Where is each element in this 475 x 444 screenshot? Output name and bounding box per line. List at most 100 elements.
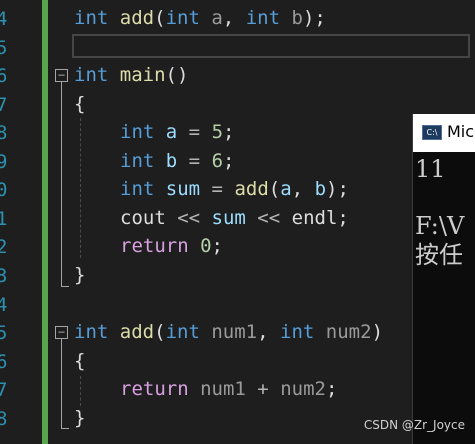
code-line-17[interactable]: return num1 + num2; (120, 375, 337, 403)
token-punct: ) (371, 321, 384, 343)
line-number: 3 (0, 265, 8, 287)
token-param: num1 (211, 321, 258, 343)
token-variable: a (165, 121, 178, 143)
fold-guide-end (61, 428, 69, 429)
token-keyword: int (165, 321, 200, 343)
line-number: 7 (0, 379, 8, 401)
token-punct: ; (223, 150, 235, 172)
token-keyword: int (120, 150, 155, 172)
collapse-add-icon[interactable]: − (55, 326, 68, 339)
code-line-15[interactable]: int add(int num1, int num2) (74, 318, 383, 346)
token-number: 5 (211, 121, 224, 143)
line-number-gutter: 4 5 6 7 8 9 0 1 2 3 4 5 6 7 8 (0, 0, 40, 444)
code-line-8[interactable]: int a = 5; (120, 118, 234, 146)
token-variable: a (280, 178, 292, 200)
fold-guide-end (61, 286, 69, 287)
token-brace: { (74, 350, 86, 372)
token-punct: ( (154, 7, 166, 29)
fold-guide-line (61, 82, 62, 286)
token-operator: + (245, 378, 281, 400)
token-param: num1 (200, 378, 246, 400)
token-variable: sum (165, 178, 201, 200)
token-control: return (120, 378, 189, 400)
token-punct: () (165, 64, 189, 86)
token-number: 0 (200, 235, 212, 257)
fold-guide-line (61, 339, 62, 428)
token-keyword: int (74, 7, 109, 29)
token-punct: ( (268, 178, 281, 200)
token-variable: sum (211, 207, 246, 229)
token-identifier: endl (291, 207, 338, 229)
token-keyword: int (74, 321, 109, 343)
token-punct: ); (326, 178, 349, 200)
collapse-main-icon[interactable]: − (55, 69, 68, 82)
line-number: 7 (0, 94, 8, 116)
line-number: 6 (0, 351, 8, 373)
watermark: CSDN @Zr_Joyce (363, 418, 465, 432)
token-function: main (119, 64, 166, 86)
console-output-line: 按任 (415, 241, 463, 269)
token-keyword: int (280, 321, 315, 343)
token-punct: , (291, 178, 315, 200)
code-line-4[interactable]: int add(int a, int b); (74, 4, 326, 32)
console-app-icon: C:\ (422, 125, 442, 140)
token-identifier: cout (120, 207, 166, 229)
line-number: 0 (0, 179, 8, 201)
code-line-11[interactable]: cout << sum << endl; (120, 204, 349, 232)
console-output-line: 11 (415, 155, 446, 183)
code-line-9[interactable]: int b = 6; (120, 147, 234, 175)
token-brace: { (74, 93, 86, 115)
token-keyword: int (165, 7, 200, 29)
token-brace: } (74, 407, 86, 429)
line-number: 2 (0, 236, 8, 258)
console-output-line: F:\V (415, 212, 465, 240)
token-keyword: int (245, 7, 281, 29)
console-title: Mic (447, 122, 475, 141)
token-param: b (291, 7, 303, 29)
token-operator: = (200, 178, 235, 200)
token-operator: = (177, 150, 212, 172)
code-line-6[interactable]: int main() (74, 61, 188, 89)
token-punct: ; (337, 207, 349, 229)
outlining-margin (48, 0, 72, 444)
token-operator: << (245, 207, 292, 229)
code-line-10[interactable]: int sum = add(a, b); (120, 175, 349, 203)
token-function: add (119, 7, 155, 29)
token-keyword: int (74, 64, 109, 86)
line-number: 5 (0, 322, 8, 344)
code-line-12[interactable]: return 0; (120, 232, 223, 260)
token-keyword: int (120, 121, 155, 143)
line-number: 4 (0, 8, 8, 30)
token-punct: ; (211, 235, 223, 257)
token-variable: b (165, 150, 178, 172)
console-window[interactable]: C:\ Mic 11 F:\V 按任 (412, 114, 475, 444)
token-punct: , (257, 321, 269, 343)
code-line-16[interactable]: { (74, 347, 85, 375)
line-number: 1 (0, 208, 8, 230)
line-number: 8 (0, 408, 8, 430)
code-line-13[interactable]: } (74, 261, 85, 289)
console-titlebar[interactable]: C:\ Mic (413, 114, 475, 152)
token-control: return (120, 235, 189, 257)
token-function: add (119, 321, 155, 343)
token-keyword: int (120, 178, 155, 200)
token-brace: } (74, 264, 86, 286)
code-line-18[interactable]: } (74, 404, 85, 432)
token-punct: ; (223, 121, 235, 143)
code-line-7[interactable]: { (74, 90, 85, 118)
token-punct: , (222, 7, 235, 29)
token-param: num2 (280, 378, 326, 400)
line-number: 8 (0, 122, 8, 144)
